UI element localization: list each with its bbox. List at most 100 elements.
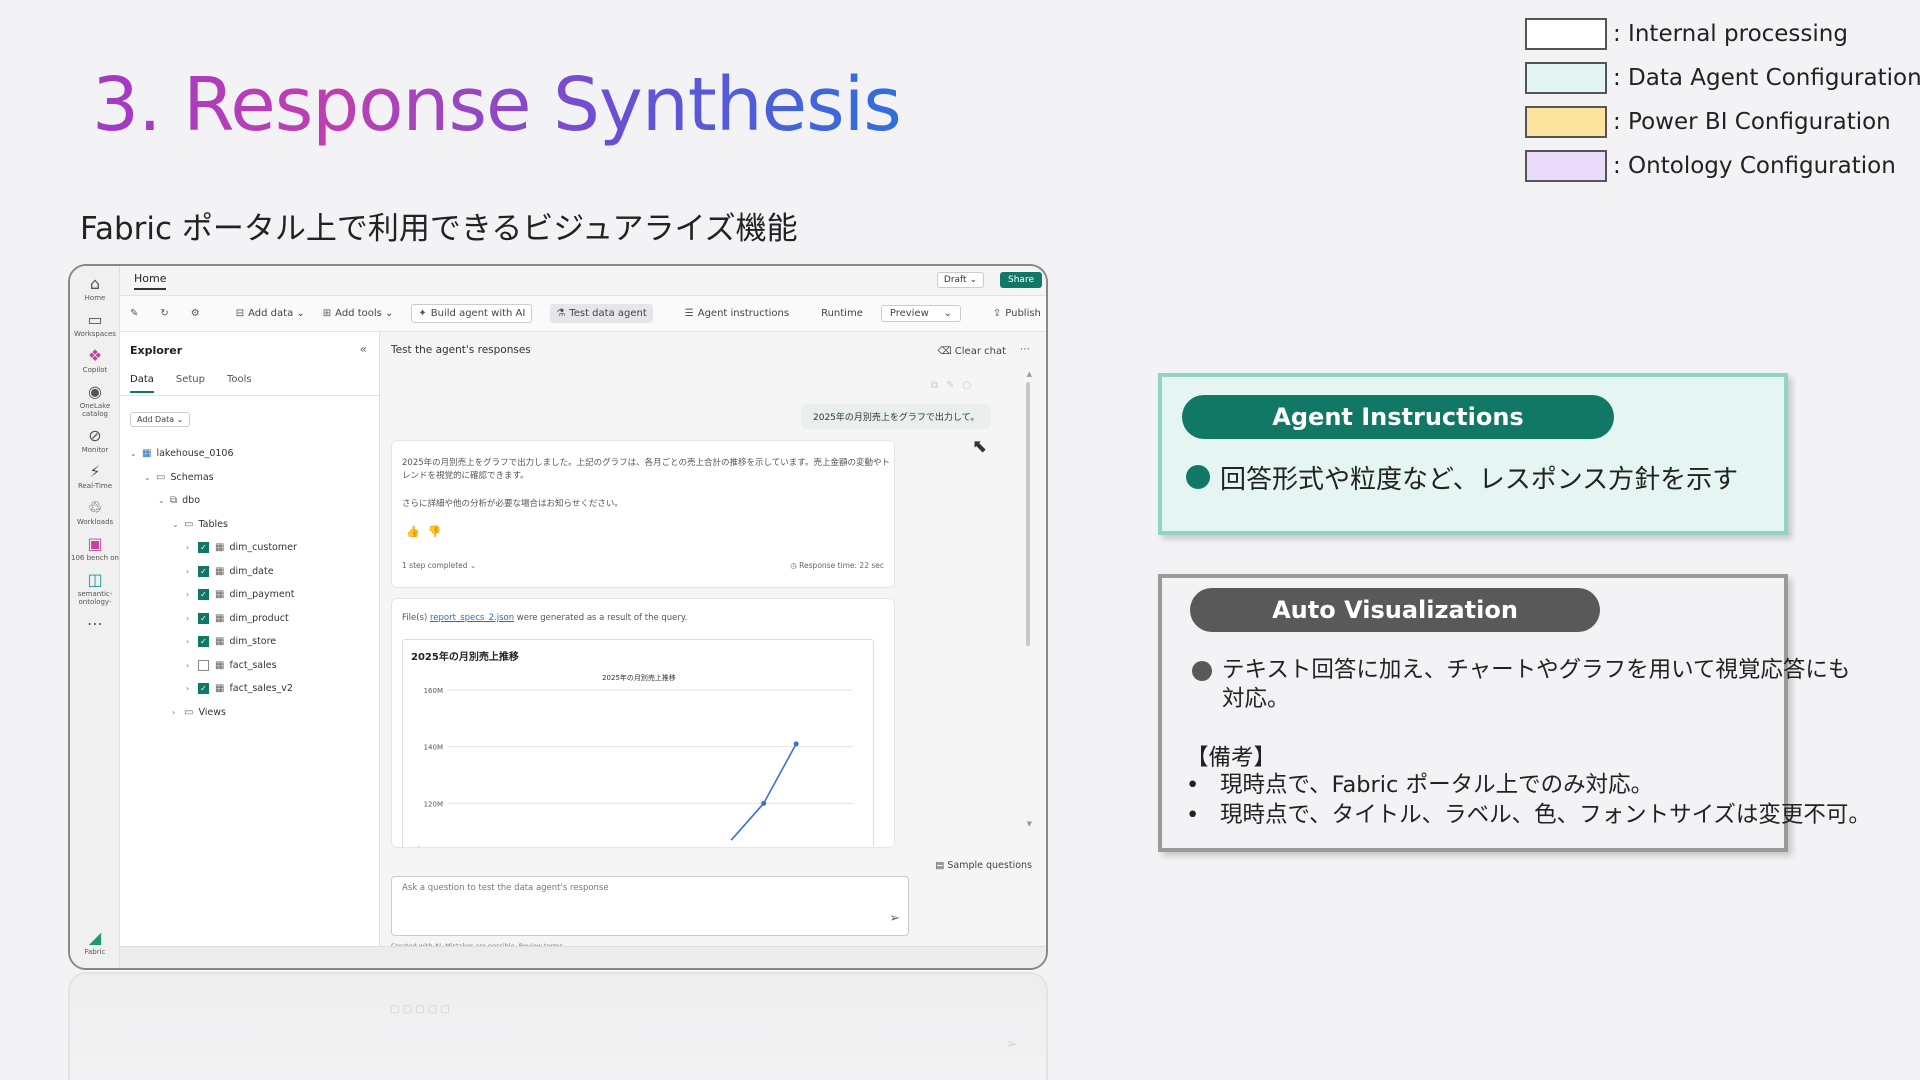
more-icon[interactable]: ⋯ bbox=[1020, 344, 1030, 355]
legend-item-ontology: : Ontology Configuration bbox=[1525, 144, 1915, 188]
sparkle-icon: ✦ bbox=[418, 308, 427, 319]
message-actions[interactable]: ⧉✎○ bbox=[931, 380, 979, 391]
fabric-logo[interactable]: ◢ Fabric bbox=[70, 928, 120, 968]
runtime-value: Preview bbox=[889, 308, 929, 319]
thumbs-up-icon[interactable]: 👍 bbox=[406, 525, 428, 538]
chevron-down-icon[interactable]: ⌄ bbox=[172, 520, 184, 529]
rail-item[interactable]: ⋯ bbox=[70, 614, 120, 634]
agent-instructions-label: Agent instructions bbox=[697, 308, 790, 319]
scroll-up-icon[interactable]: ▲ bbox=[1027, 370, 1032, 378]
explorer-pane: Explorer « Data Setup Tools Add Data ⌄ ⌄… bbox=[120, 332, 380, 946]
refresh-icon[interactable]: ↻ bbox=[160, 308, 172, 319]
chevron-right-icon[interactable]: › bbox=[186, 567, 198, 576]
edit-icon[interactable]: ✎ bbox=[946, 380, 962, 391]
home-icon: ⌂ bbox=[89, 274, 101, 293]
runtime-select[interactable]: Preview ⌄ bbox=[880, 305, 961, 322]
table-checkbox[interactable]: ✓ bbox=[198, 683, 209, 695]
table-checkbox[interactable]: ✓ bbox=[198, 589, 209, 601]
tree-item-fact-sales[interactable]: › ▦ fact_sales bbox=[130, 654, 370, 678]
chevron-right-icon[interactable]: › bbox=[186, 543, 198, 552]
add-data-button[interactable]: ⊟ Add data ⌄ bbox=[236, 308, 305, 319]
table-checkbox[interactable] bbox=[198, 659, 209, 671]
add-data-dropdown[interactable]: Add Data ⌄ bbox=[130, 412, 191, 427]
step-toggle[interactable]: 1 step completed ⌄ bbox=[402, 561, 476, 570]
copilot-icon: ❖ bbox=[87, 346, 103, 365]
tree-item-lakehouse-0106[interactable]: ⌄ ▦ lakehouse_0106 bbox=[130, 442, 370, 466]
table-checkbox[interactable]: ✓ bbox=[198, 542, 209, 554]
tree-item-dbo[interactable]: ⌄ ⧉ dbo bbox=[130, 489, 370, 513]
rail-item[interactable]: ♲ Workloads bbox=[70, 498, 120, 526]
edit-icon[interactable]: ✎ bbox=[130, 308, 142, 319]
file-link[interactable]: report_specs_2.json bbox=[430, 613, 514, 623]
bullet-dot bbox=[1186, 465, 1210, 489]
y-tick-label: 160M bbox=[424, 687, 443, 695]
y-axis-label: 売 bbox=[415, 845, 423, 848]
scroll-down-icon[interactable]: ▼ bbox=[1027, 820, 1032, 828]
chevron-down-icon[interactable]: ⌄ bbox=[130, 449, 142, 458]
table-checkbox[interactable]: ✓ bbox=[198, 636, 209, 648]
tree-item-dim-customer[interactable]: › ✓ ▦ dim_customer bbox=[130, 536, 370, 560]
chevron-right-icon[interactable]: › bbox=[186, 590, 198, 599]
chevron-down-icon[interactable]: ⌄ bbox=[158, 496, 170, 505]
data-point bbox=[761, 800, 767, 806]
rail-item[interactable]: ⌂ Home bbox=[70, 274, 120, 302]
test-icon: ⚗ bbox=[556, 308, 566, 319]
chevron-right-icon[interactable]: › bbox=[186, 661, 198, 670]
tab-setup[interactable]: Setup bbox=[176, 374, 205, 393]
clear-chat-label: Clear chat bbox=[954, 346, 1006, 357]
question-input[interactable] bbox=[402, 883, 872, 893]
test-agent-button[interactable]: ⚗ Test data agent bbox=[550, 304, 653, 323]
tree-item-label: dim_product bbox=[229, 612, 289, 624]
rail-item[interactable]: ❖ Copilot bbox=[70, 346, 120, 374]
table-icon: ▦ bbox=[215, 589, 225, 601]
sample-questions-label: Sample questions bbox=[947, 860, 1032, 871]
table-checkbox[interactable]: ✓ bbox=[198, 565, 209, 577]
build-agent-button[interactable]: ✦ Build agent with AI bbox=[411, 304, 533, 323]
share-button[interactable]: Share bbox=[1000, 272, 1042, 288]
settings-icon[interactable]: ⚙ bbox=[191, 308, 204, 319]
add-tools-button[interactable]: ⊞ Add tools ⌄ bbox=[323, 308, 394, 319]
agent-instructions-button[interactable]: ☰ Agent instructions bbox=[685, 308, 789, 319]
publish-button[interactable]: ⇪ Publish bbox=[993, 308, 1041, 319]
sample-questions-button[interactable]: ▤ Sample questions bbox=[935, 860, 1032, 871]
table-checkbox[interactable]: ✓ bbox=[198, 612, 209, 624]
thumbs-down-icon[interactable]: 👎 bbox=[428, 525, 450, 538]
retry-icon[interactable]: ○ bbox=[963, 380, 980, 391]
note-text: 現時点で、Fabric ポータル上でのみ対応。 bbox=[1220, 772, 1654, 798]
chevron-right-icon[interactable]: › bbox=[186, 614, 198, 623]
chevron-right-icon[interactable]: › bbox=[172, 708, 184, 717]
rail-item[interactable]: ▭ Workspaces bbox=[70, 310, 120, 338]
scrollbar[interactable] bbox=[1026, 382, 1030, 646]
clear-chat-button[interactable]: ⌫ Clear chat bbox=[937, 346, 1006, 357]
rail-item[interactable]: ▣ 106 bench on bbox=[70, 534, 120, 562]
chevron-right-icon[interactable]: › bbox=[186, 684, 198, 693]
table-icon: ▦ bbox=[215, 612, 225, 624]
chevron-right-icon[interactable]: › bbox=[186, 637, 198, 646]
chevron-down-icon[interactable]: ⌄ bbox=[144, 473, 156, 482]
send-icon[interactable]: ➢ bbox=[889, 911, 900, 926]
bullet-dot bbox=[1192, 661, 1212, 681]
tree-item-tables[interactable]: ⌄ ▭ Tables bbox=[130, 513, 370, 537]
rail-item[interactable]: ◫ semantic-ontology- bbox=[70, 570, 120, 606]
draft-button[interactable]: Draft ⌄ bbox=[936, 272, 984, 288]
rail-item[interactable]: ◉ OneLake catalog bbox=[70, 382, 120, 418]
table-icon: ▦ bbox=[215, 683, 225, 695]
card2-bullet-line2: 対応。 bbox=[1222, 686, 1290, 712]
rail-item[interactable]: ⊘ Monitor bbox=[70, 426, 120, 454]
tab-home[interactable]: Home bbox=[134, 272, 167, 290]
rail-item[interactable]: ⚡ Real-Time bbox=[70, 462, 120, 490]
tree-item-schemas[interactable]: ⌄ ▭ Schemas bbox=[130, 466, 370, 490]
tree-item-dim-date[interactable]: › ✓ ▦ dim_date bbox=[130, 560, 370, 584]
tree-item-dim-store[interactable]: › ✓ ▦ dim_store bbox=[130, 630, 370, 654]
tree-item-label: dim_customer bbox=[229, 542, 297, 554]
tree-item-fact-sales-v2[interactable]: › ✓ ▦ fact_sales_v2 bbox=[130, 677, 370, 701]
left-rail: ⌂ Home ▭ Workspaces ❖ Copilot ◉ OneLake catalog… bbox=[70, 266, 120, 968]
tree-item-dim-product[interactable]: › ✓ ▦ dim_product bbox=[130, 607, 370, 631]
tree-item-views[interactable]: › ▭ Views bbox=[130, 701, 370, 725]
collapse-icon[interactable]: « bbox=[360, 342, 367, 356]
tree-item-dim-payment[interactable]: › ✓ ▦ dim_payment bbox=[130, 583, 370, 607]
tree-item-label: fact_sales_v2 bbox=[229, 683, 293, 695]
copy-icon[interactable]: ⧉ bbox=[931, 380, 946, 391]
tab-tools[interactable]: Tools bbox=[227, 374, 252, 393]
tab-data[interactable]: Data bbox=[130, 374, 154, 393]
